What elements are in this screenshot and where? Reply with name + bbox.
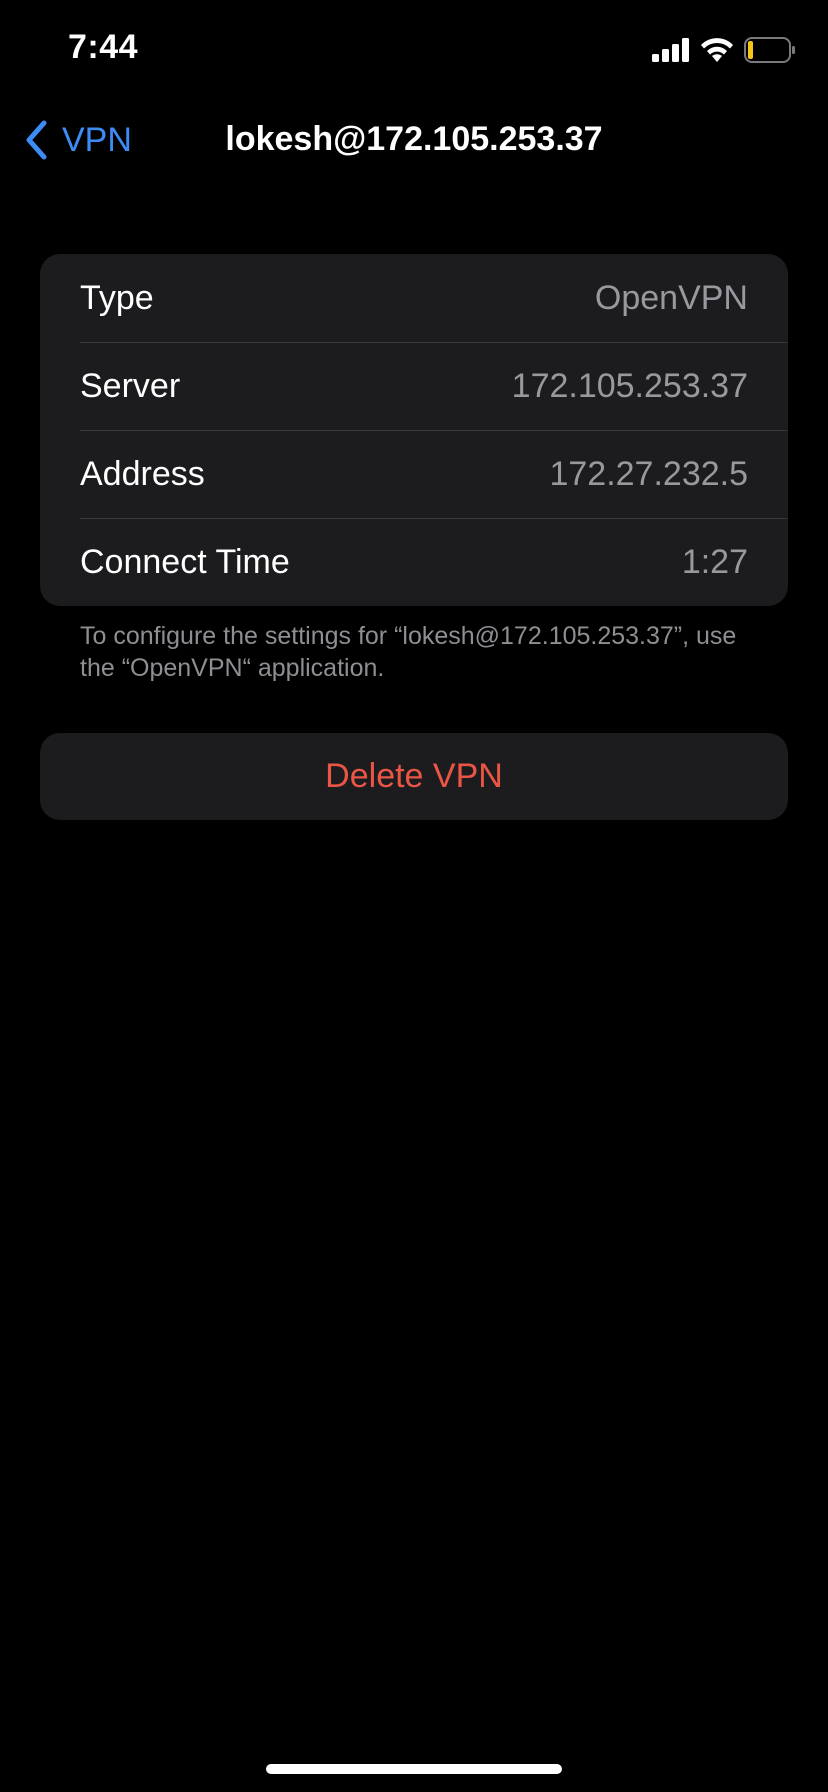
wifi-icon bbox=[701, 38, 733, 62]
navigation-bar: lokesh@172.105.253.37 VPN bbox=[0, 100, 828, 180]
delete-vpn-button[interactable]: Delete VPN bbox=[40, 733, 788, 820]
delete-vpn-label: Delete VPN bbox=[325, 757, 503, 795]
vpn-info-group: Type OpenVPN Server 172.105.253.37 Addre… bbox=[40, 254, 788, 606]
info-value: 172.105.253.37 bbox=[511, 366, 748, 405]
status-icons bbox=[652, 36, 796, 64]
info-row-server: Server 172.105.253.37 bbox=[40, 342, 788, 430]
info-row-address: Address 172.27.232.5 bbox=[40, 430, 788, 518]
chevron-left-icon bbox=[26, 120, 47, 160]
info-row-type: Type OpenVPN bbox=[40, 254, 788, 342]
status-time: 7:44 bbox=[68, 28, 139, 66]
info-label: Connect Time bbox=[80, 542, 290, 581]
info-label: Server bbox=[80, 366, 181, 405]
info-label: Address bbox=[80, 454, 205, 493]
home-indicator[interactable] bbox=[266, 1764, 562, 1774]
configuration-note: To configure the settings for “lokesh@17… bbox=[80, 622, 737, 682]
info-value: OpenVPN bbox=[594, 278, 748, 317]
info-value: 172.27.232.5 bbox=[549, 454, 748, 493]
info-row-connect-time: Connect Time 1:27 bbox=[40, 518, 788, 606]
signal-icon bbox=[652, 38, 689, 62]
back-button-label: VPN bbox=[62, 120, 132, 159]
status-bar: 7:44 bbox=[0, 0, 828, 100]
back-button[interactable]: VPN bbox=[24, 118, 132, 162]
info-value: 1:27 bbox=[681, 542, 748, 581]
info-label: Type bbox=[80, 278, 154, 317]
battery-icon bbox=[744, 37, 795, 63]
